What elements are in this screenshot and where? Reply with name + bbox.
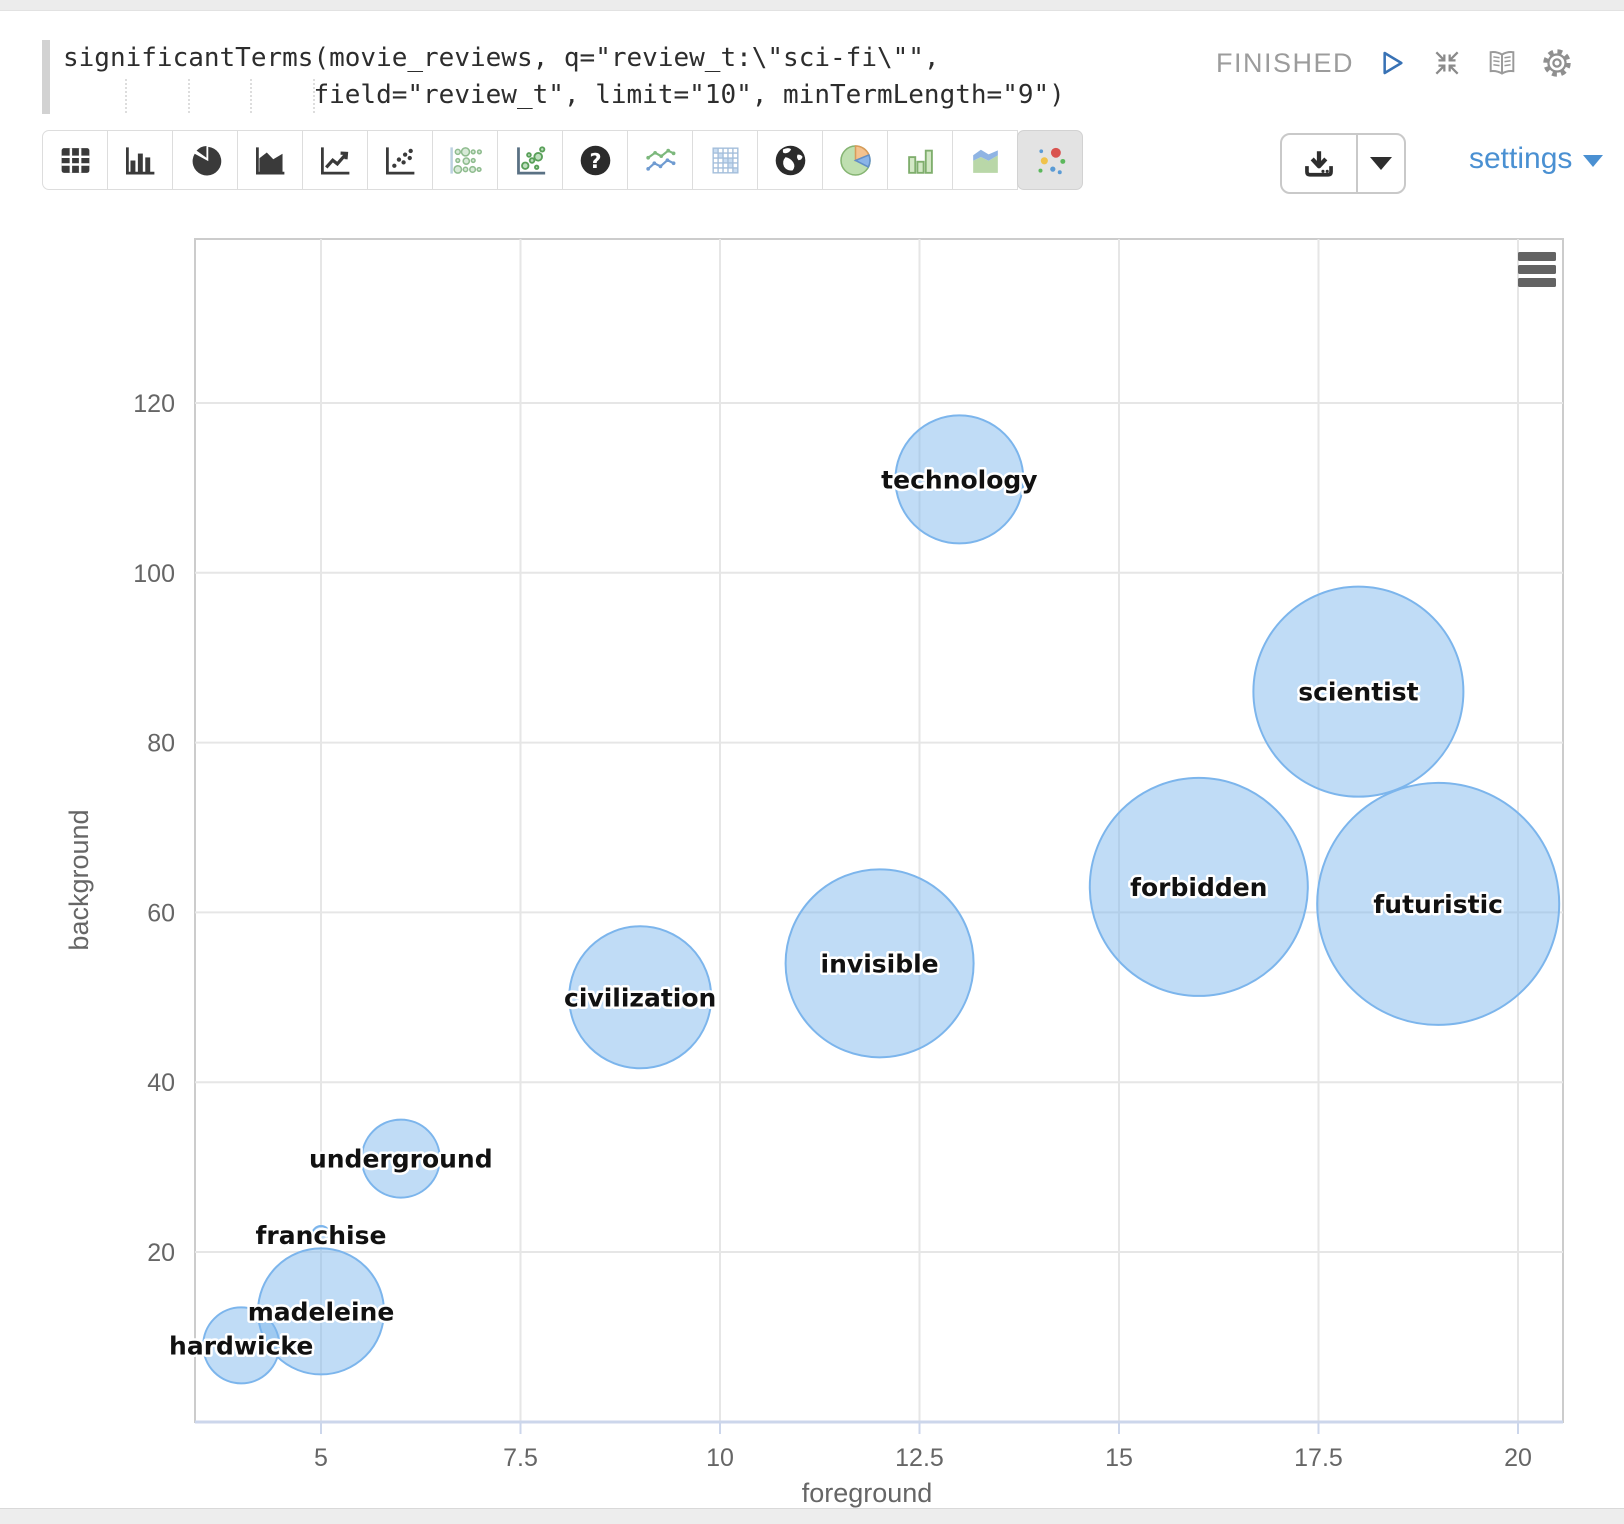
y-tick-label: 100 xyxy=(133,560,175,588)
y-tick-label: 60 xyxy=(147,899,175,927)
bubble-label-scientist: scientist xyxy=(1298,678,1418,707)
bubble-chart: 5 7.5 10 12.5 15 17.5 20 20 40 60 80 100 120 foregrou… xyxy=(0,0,1624,1524)
y-axis-title: background xyxy=(64,809,94,950)
bubble-label-civilization: civilization xyxy=(564,983,716,1012)
bubble-label-underground: underground xyxy=(309,1145,493,1174)
x-tick-label: 5 xyxy=(314,1444,328,1472)
x-tick-label: 20 xyxy=(1504,1444,1532,1472)
bubble-label-futuristic: futuristic xyxy=(1373,890,1503,919)
bubble-label-forbidden: forbidden xyxy=(1130,873,1267,902)
zeppelin-paragraph: significantTerms(movie_reviews, q="revie… xyxy=(0,0,1624,1524)
x-tick-label: 7.5 xyxy=(503,1444,538,1472)
hamburger-icon-bar xyxy=(1518,252,1556,261)
y-tick-label: 120 xyxy=(133,390,175,418)
x-tick-label: 15 xyxy=(1105,1444,1133,1472)
bubble-label-invisible: invisible xyxy=(821,949,939,978)
chart-menu-button[interactable] xyxy=(1518,252,1556,287)
bubble-label-technology: technology xyxy=(881,465,1037,494)
next-paragraph-edge xyxy=(0,1508,1624,1524)
y-tick-label: 80 xyxy=(147,730,175,758)
y-tick-label: 20 xyxy=(147,1239,175,1267)
x-axis-title: foreground xyxy=(802,1478,933,1508)
bubble-label-franchise: franchise xyxy=(256,1221,387,1250)
hamburger-icon-bar xyxy=(1518,278,1556,287)
bubble-label-hardwicke: hardwicke xyxy=(169,1331,313,1360)
bubble-label-madeleine: madeleine xyxy=(248,1297,395,1326)
x-tick-label: 10 xyxy=(706,1444,734,1472)
x-tick-label: 12.5 xyxy=(895,1444,944,1472)
x-tick-label: 17.5 xyxy=(1294,1444,1343,1472)
y-tick-label: 40 xyxy=(147,1069,175,1097)
hamburger-icon-bar xyxy=(1518,265,1556,274)
